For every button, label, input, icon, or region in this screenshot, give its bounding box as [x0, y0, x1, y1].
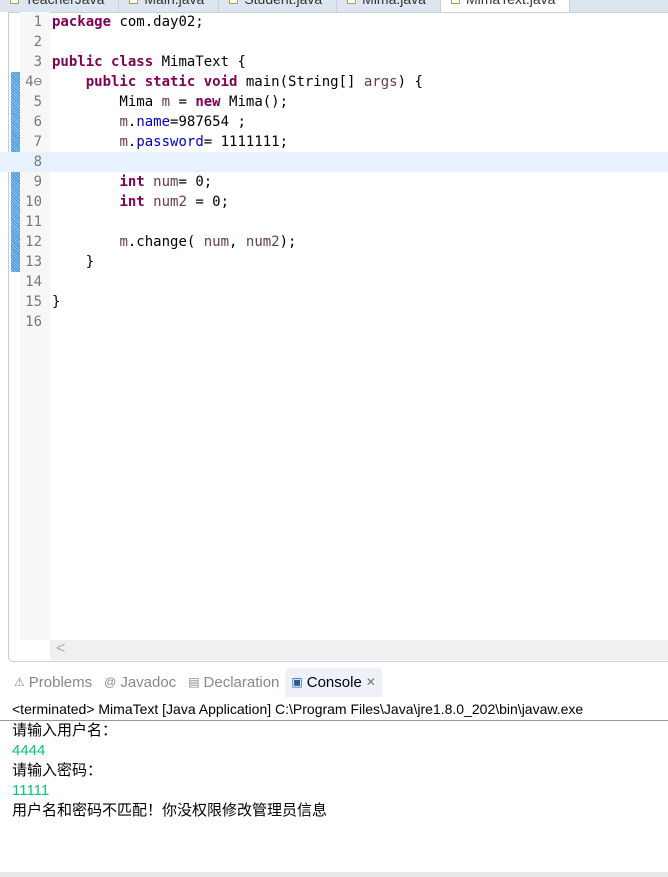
scroll-left-icon[interactable]: < — [56, 640, 65, 657]
code-line[interactable]: 15} — [0, 292, 668, 312]
editor-tab[interactable]: TeacherJava — [0, 0, 120, 12]
java-file-icon — [10, 0, 19, 4]
line-number: 7 — [33, 134, 42, 150]
code-line[interactable]: 8 — [0, 152, 668, 172]
code-line[interactable]: 10 int num2 = 0; — [0, 192, 668, 212]
editor-tab-label: Mima.java — [362, 0, 426, 7]
problems-icon: ⚠ — [14, 675, 25, 689]
code-text: } — [52, 294, 61, 310]
console-output-line: 请输入用户名： — [12, 722, 118, 739]
code-text: int num= 0; — [119, 174, 213, 190]
line-number: 11 — [25, 214, 42, 230]
code-line[interactable]: 4⊖ public static void main(String[] args… — [0, 72, 668, 92]
line-number: 1 — [33, 14, 42, 30]
line-number: 6 — [33, 114, 42, 130]
console-output[interactable]: <terminated> MimaText [Java Application]… — [0, 698, 668, 873]
code-text: m.name=987654 ; — [119, 114, 246, 130]
code-text: Mima m = new Mima(); — [52, 94, 289, 110]
code-line[interactable]: 11 — [0, 212, 668, 232]
code-line[interactable]: 9 int num= 0; — [0, 172, 668, 192]
code-line[interactable]: 3 public class MimaText { — [0, 52, 668, 72]
java-file-icon — [229, 0, 239, 4]
code-line[interactable]: 2 — [0, 32, 668, 52]
at-icon: @ — [104, 675, 117, 689]
code-line[interactable]: 6 m.name=987654 ; — [0, 112, 668, 132]
console-input-line: 11111 — [12, 782, 50, 799]
code-line[interactable]: 14 — [0, 272, 668, 292]
line-number: 4⊖ — [25, 74, 42, 90]
bottom-view-tabs: ⚠ Problems @ Javadoc ▤ Declaration ▣ Console… — [8, 667, 668, 697]
editor-tab[interactable]: Main.java — [119, 0, 220, 12]
code-text: package com.day02; — [52, 14, 204, 30]
line-number: 15 — [25, 294, 42, 310]
code-line[interactable]: 1 package com.day02; — [0, 12, 668, 32]
code-line[interactable]: 13 } — [0, 252, 668, 272]
status-bar — [0, 872, 668, 877]
line-number: 2 — [33, 34, 42, 50]
line-number: 16 — [25, 314, 42, 330]
console-input-line: 4444 — [12, 742, 46, 759]
java-file-icon — [129, 0, 139, 4]
editor-tab-label: MimaText.java — [466, 0, 555, 7]
console-icon: ▣ — [291, 675, 303, 689]
code-line[interactable]: 5 Mima m = new Mima(); — [0, 92, 668, 112]
line-number: 12 — [25, 234, 42, 250]
line-number: 5 — [33, 94, 42, 110]
declaration-icon: ▤ — [188, 675, 200, 689]
line-number: 3 — [33, 54, 42, 70]
console-output-line: 用户名和密码不匹配！你没权限修改管理员信息 — [12, 802, 328, 819]
editor-tab-label: TeacherJava — [25, 0, 104, 7]
console-output-line: 请输入密码： — [12, 762, 103, 779]
tab-javadoc[interactable]: @ Javadoc — [98, 668, 182, 697]
line-number: 13 — [25, 254, 42, 270]
console-header: <terminated> MimaText [Java Application]… — [0, 698, 668, 721]
line-number: 8 — [33, 154, 42, 170]
tab-problems[interactable]: ⚠ Problems — [8, 668, 98, 697]
editor-tab[interactable]: Mima.java — [337, 0, 441, 12]
line-number: 10 — [25, 194, 42, 210]
horizontal-scrollbar[interactable]: < — [50, 640, 668, 660]
code-text: int num2 = 0; — [119, 194, 230, 210]
java-file-icon — [450, 0, 460, 4]
code-line[interactable]: 12 m.change( num, num2); — [0, 232, 668, 252]
editor-tab[interactable]: Student.java — [219, 0, 338, 12]
line-number: 9 — [33, 174, 42, 190]
code-line[interactable]: 7 m.password= 1111111; — [0, 132, 668, 152]
close-icon[interactable]: ✕ — [366, 675, 376, 689]
tab-console[interactable]: ▣ Console ✕ — [285, 667, 382, 697]
editor-tab-label: Student.java — [244, 0, 322, 7]
editor-tabs: TeacherJava Main.java Student.java Mima.jav… — [0, 0, 668, 12]
code-text: m.password= 1111111; — [119, 134, 289, 150]
code-text: public class MimaText { — [52, 54, 246, 70]
editor-tab-label: Main.java — [144, 0, 204, 7]
code-line[interactable]: 16 — [0, 312, 668, 332]
code-text: m.change( num, num2); — [119, 234, 297, 250]
tab-declaration[interactable]: ▤ Declaration — [182, 668, 285, 697]
editor-tab[interactable]: MimaText.java — [440, 0, 571, 12]
line-number: 14 — [25, 274, 42, 290]
code-text: } — [52, 254, 95, 270]
code-text: public static void main(String[] args) { — [85, 74, 423, 90]
java-file-icon — [347, 0, 357, 4]
